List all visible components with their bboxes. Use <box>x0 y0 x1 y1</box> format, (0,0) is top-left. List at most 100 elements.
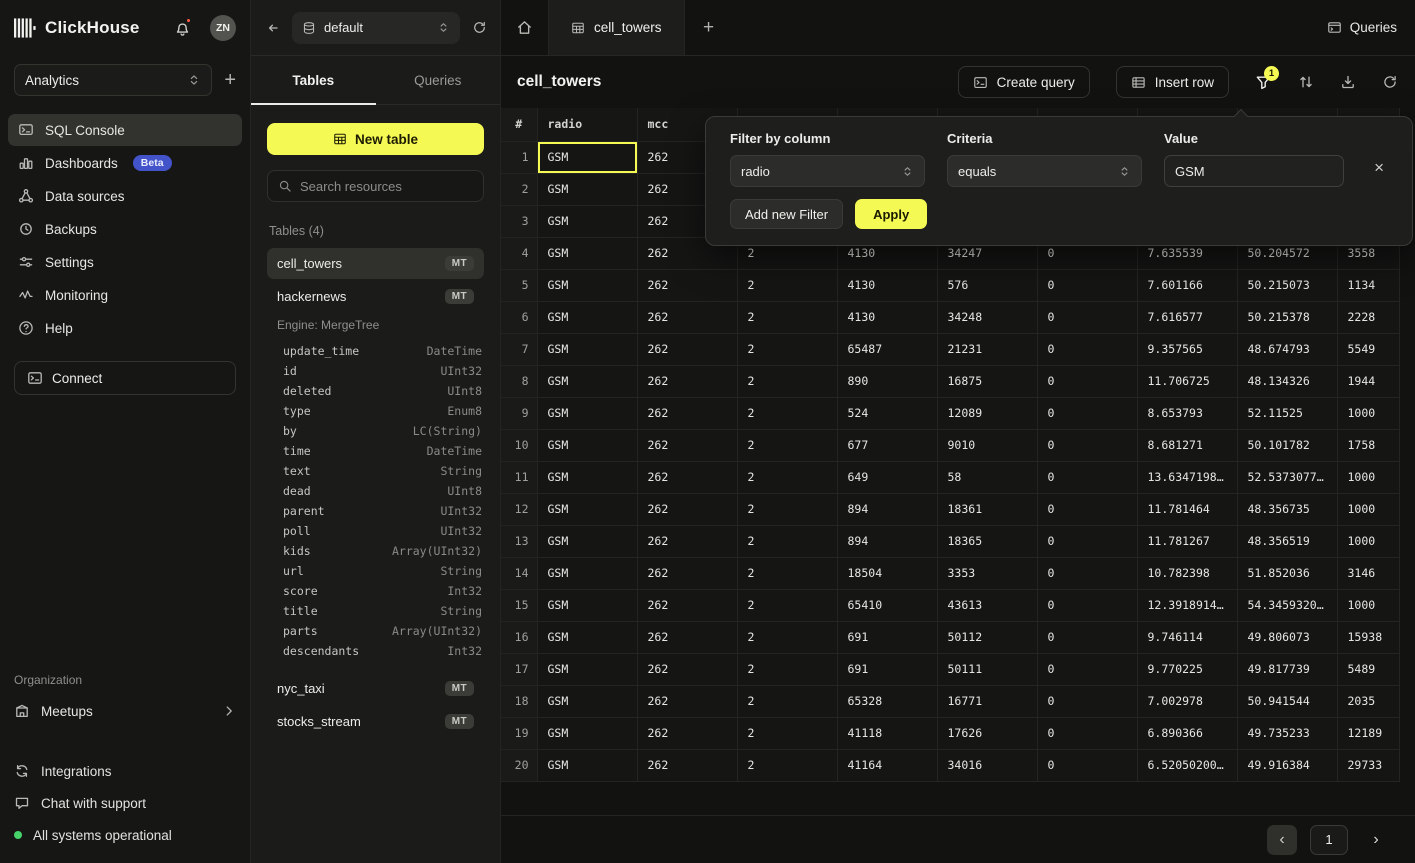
insert-row-button[interactable]: Insert row <box>1116 66 1229 98</box>
home-tab[interactable] <box>501 0 549 55</box>
grid-cell[interactable]: 7.601166 <box>1137 269 1237 301</box>
grid-cell[interactable]: 0 <box>1037 653 1137 685</box>
sidebar-item-meetups[interactable]: Meetups <box>14 695 236 727</box>
grid-cell[interactable]: 262 <box>637 365 737 397</box>
grid-cell[interactable]: 52.5373077… <box>1237 461 1337 493</box>
grid-cell[interactable]: 894 <box>837 493 937 525</box>
grid-cell[interactable]: 2 <box>737 749 837 781</box>
grid-cell[interactable]: GSM <box>537 749 637 781</box>
grid-cell[interactable]: 2035 <box>1337 685 1399 717</box>
grid-cell[interactable]: 13.6347198… <box>1137 461 1237 493</box>
grid-cell[interactable]: 65328 <box>837 685 937 717</box>
sidebar-item-sql-console[interactable]: SQL Console <box>8 114 242 146</box>
grid-cell[interactable]: 11.781267 <box>1137 525 1237 557</box>
grid-cell[interactable]: GSM <box>537 589 637 621</box>
grid-cell[interactable]: GSM <box>537 237 637 269</box>
grid-cell[interactable]: GSM <box>537 653 637 685</box>
grid-cell[interactable]: 262 <box>637 461 737 493</box>
grid-cell[interactable]: 17626 <box>937 717 1037 749</box>
grid-cell[interactable]: 0 <box>1037 301 1137 333</box>
grid-cell[interactable]: 262 <box>637 493 737 525</box>
grid-cell[interactable]: 6.890366 <box>1137 717 1237 749</box>
table-item-stocks-stream[interactable]: stocks_streamMT <box>267 706 484 737</box>
grid-cell[interactable]: 890 <box>837 365 937 397</box>
grid-cell[interactable]: 65410 <box>837 589 937 621</box>
grid-cell[interactable]: 0 <box>1037 269 1137 301</box>
grid-cell[interactable]: 262 <box>637 429 737 461</box>
grid-cell[interactable]: 2 <box>737 365 837 397</box>
grid-cell[interactable]: GSM <box>537 717 637 749</box>
grid-cell[interactable]: 2 <box>737 525 837 557</box>
grid-cell[interactable]: 7.616577 <box>1137 301 1237 333</box>
connect-button[interactable]: Connect <box>14 361 236 395</box>
sidebar-item-settings[interactable]: Settings <box>8 246 242 278</box>
grid-cell[interactable]: 18365 <box>937 525 1037 557</box>
grid-cell[interactable]: 12189 <box>1337 717 1399 749</box>
column-header-row-number[interactable]: # <box>501 108 537 141</box>
grid-cell[interactable]: 65487 <box>837 333 937 365</box>
grid-cell[interactable]: 49.806073 <box>1237 621 1337 653</box>
grid-cell[interactable]: 49.916384 <box>1237 749 1337 781</box>
filter-column-select[interactable]: radio <box>730 155 925 187</box>
footer-item-all-systems-operational[interactable]: All systems operational <box>14 821 236 849</box>
grid-cell[interactable]: 50.101782 <box>1237 429 1337 461</box>
grid-cell[interactable]: 2 <box>737 557 837 589</box>
grid-cell[interactable]: 52.11525 <box>1237 397 1337 429</box>
grid-cell[interactable]: GSM <box>537 621 637 653</box>
grid-cell[interactable]: 0 <box>1037 589 1137 621</box>
filter-button[interactable]: 1 <box>1255 74 1272 91</box>
table-item-nyc-taxi[interactable]: nyc_taxiMT <box>267 673 484 704</box>
download-button[interactable] <box>1340 74 1356 90</box>
grid-cell[interactable]: 12089 <box>937 397 1037 429</box>
grid-cell[interactable]: 48.134326 <box>1237 365 1337 397</box>
grid-cell[interactable]: 9.746114 <box>1137 621 1237 653</box>
filter-value-input[interactable] <box>1164 155 1344 187</box>
notifications-bell-icon[interactable] <box>174 20 191 37</box>
grid-cell[interactable]: 262 <box>637 589 737 621</box>
grid-cell[interactable]: 18504 <box>837 557 937 589</box>
grid-cell[interactable]: GSM <box>537 269 637 301</box>
grid-cell[interactable]: 41118 <box>837 717 937 749</box>
refresh-tables-icon[interactable] <box>472 20 487 35</box>
grid-cell[interactable]: 0 <box>1037 717 1137 749</box>
grid-cell[interactable]: 2 <box>737 621 837 653</box>
grid-cell[interactable]: 10.782398 <box>1137 557 1237 589</box>
grid-cell[interactable]: 9.770225 <box>1137 653 1237 685</box>
grid-cell[interactable]: 9010 <box>937 429 1037 461</box>
grid-cell[interactable]: GSM <box>537 301 637 333</box>
search-input[interactable] <box>300 179 476 194</box>
prev-page-button[interactable]: ‹ <box>1267 825 1297 855</box>
grid-cell[interactable]: 11.706725 <box>1137 365 1237 397</box>
grid-cell[interactable]: GSM <box>537 461 637 493</box>
grid-cell[interactable]: 1758 <box>1337 429 1399 461</box>
grid-cell[interactable]: 1000 <box>1337 589 1399 621</box>
sidebar-item-data-sources[interactable]: Data sources <box>8 180 242 212</box>
grid-cell[interactable]: GSM <box>537 205 637 237</box>
create-query-button[interactable]: Create query <box>958 66 1090 98</box>
grid-cell[interactable]: 677 <box>837 429 937 461</box>
grid-cell[interactable]: GSM <box>537 557 637 589</box>
grid-cell[interactable]: 1000 <box>1337 397 1399 429</box>
grid-cell[interactable]: 15938 <box>1337 621 1399 653</box>
grid-cell[interactable]: GSM <box>537 333 637 365</box>
apply-filter-button[interactable]: Apply <box>855 199 927 229</box>
grid-cell[interactable]: 262 <box>637 749 737 781</box>
grid-cell[interactable]: 50.215378 <box>1237 301 1337 333</box>
grid-cell[interactable]: 50112 <box>937 621 1037 653</box>
add-workspace-button[interactable]: + <box>224 70 236 90</box>
footer-item-integrations[interactable]: Integrations <box>14 757 236 785</box>
column-header-radio[interactable]: radio <box>537 108 637 141</box>
grid-cell[interactable]: 0 <box>1037 557 1137 589</box>
new-tab-button[interactable]: + <box>685 0 733 55</box>
grid-cell[interactable]: 1134 <box>1337 269 1399 301</box>
grid-cell[interactable]: 9.357565 <box>1137 333 1237 365</box>
database-select[interactable]: default <box>292 12 460 44</box>
table-item-cell-towers[interactable]: cell_towersMT <box>267 248 484 279</box>
grid-cell[interactable]: 524 <box>837 397 937 429</box>
grid-cell[interactable]: 5489 <box>1337 653 1399 685</box>
grid-cell[interactable]: 58 <box>937 461 1037 493</box>
grid-cell[interactable]: 2 <box>737 461 837 493</box>
grid-cell[interactable]: GSM <box>537 173 637 205</box>
grid-cell[interactable]: 2 <box>737 429 837 461</box>
grid-cell[interactable]: 0 <box>1037 685 1137 717</box>
